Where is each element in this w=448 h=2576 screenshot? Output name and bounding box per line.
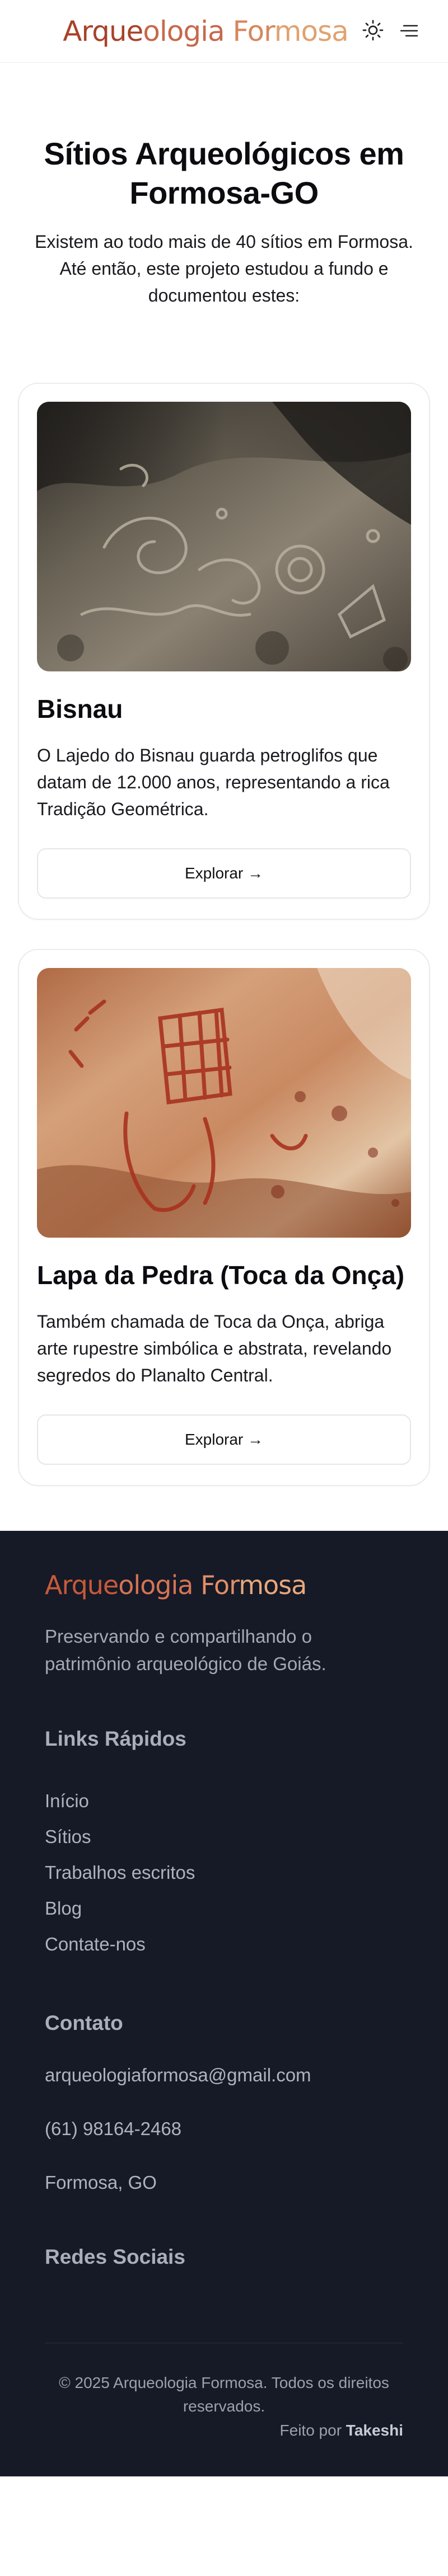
hero-section: Sítios Arqueológicos em Formosa-GO Exist…: [0, 63, 448, 309]
made-by-prefix: Feito por: [279, 2421, 342, 2439]
contact-list: arqueologiaformosa@gmail.com (61) 98164-…: [45, 2062, 403, 2196]
contact-location: Formosa, GO: [45, 2171, 157, 2193]
site-description: Também chamada de Toca da Onça, abriga a…: [37, 1311, 392, 1385]
logo-part: For: [193, 1569, 239, 1600]
logo-part: mosa: [239, 1569, 307, 1600]
page-description: Existem ao todo mais de 40 sítios em For…: [35, 232, 413, 305]
footer-link-blog[interactable]: Blog: [45, 1891, 403, 1926]
logo-part: Arque: [63, 15, 143, 48]
sun-icon: [362, 19, 384, 43]
site-logo[interactable]: Arqueologia Formosa: [63, 15, 349, 48]
theme-toggle-button[interactable]: [361, 19, 385, 44]
logo-part: mosa: [274, 15, 349, 48]
site-title: Bisnau: [37, 694, 123, 723]
logo-part: Arque: [45, 1569, 119, 1600]
explore-button[interactable]: Explorar →: [37, 848, 411, 899]
site-title: Lapa da Pedra (Toca da Onça): [37, 1260, 405, 1290]
copyright-text: © 2025 Arqueologia Formosa. Todos os dir…: [59, 2373, 389, 2415]
footer-link-inicio[interactable]: Início: [45, 1783, 403, 1819]
site-footer: Arqueologia Formosa Preservando e compar…: [0, 1530, 448, 2477]
contact-email[interactable]: arqueologiaformosa@gmail.com: [45, 2062, 403, 2089]
footer-link-trabalhos-escritos[interactable]: Trabalhos escritos: [45, 1855, 403, 1891]
menu-button[interactable]: [396, 19, 421, 44]
logo-part: For: [224, 15, 275, 48]
menu-icon: [399, 23, 418, 40]
footer-logo[interactable]: Arqueologia Formosa: [45, 1572, 403, 1598]
explore-button[interactable]: Explorar →: [37, 1414, 411, 1465]
made-by: Feito por Takeshi: [45, 2418, 403, 2443]
site-image-petroglyphs: [37, 402, 411, 671]
site-description: O Lajedo do Bisnau guarda petroglifos qu…: [37, 745, 390, 819]
contact-heading: Contato: [45, 2011, 123, 2034]
site-card-bisnau: Bisnau O Lajedo do Bisnau guarda petrogl…: [18, 383, 430, 920]
site-header: Arqueologia Formosa: [0, 0, 448, 63]
page-title: Sítios Arqueológicos em Formosa-GO: [44, 136, 404, 210]
logo-part: ologia: [118, 1569, 193, 1600]
footer-tagline: Preservando e compartilhando o patrimôni…: [45, 1625, 326, 1675]
site-image-rock-art: [37, 967, 411, 1238]
site-card-lapa-da-pedra: Lapa da Pedra (Toca da Onça) Também cham…: [18, 948, 430, 1486]
contact-phone[interactable]: (61) 98164-2468: [45, 2116, 403, 2142]
logo-part: ologia: [143, 15, 225, 48]
quick-links-heading: Links Rápidos: [45, 1727, 186, 1750]
made-by-author-link[interactable]: Takeshi: [346, 2422, 403, 2439]
brand: Arqueologia Formosa: [63, 17, 385, 45]
social-heading: Redes Sociais: [45, 2245, 185, 2268]
footer-link-sitios[interactable]: Sítios: [45, 1819, 403, 1855]
footer-link-contate-nos[interactable]: Contate-nos: [45, 1926, 403, 1962]
sites-list: Bisnau O Lajedo do Bisnau guarda petrogl…: [0, 309, 448, 1486]
quick-links-list: Início Sítios Trabalhos escritos Blog Co…: [45, 1783, 403, 1962]
